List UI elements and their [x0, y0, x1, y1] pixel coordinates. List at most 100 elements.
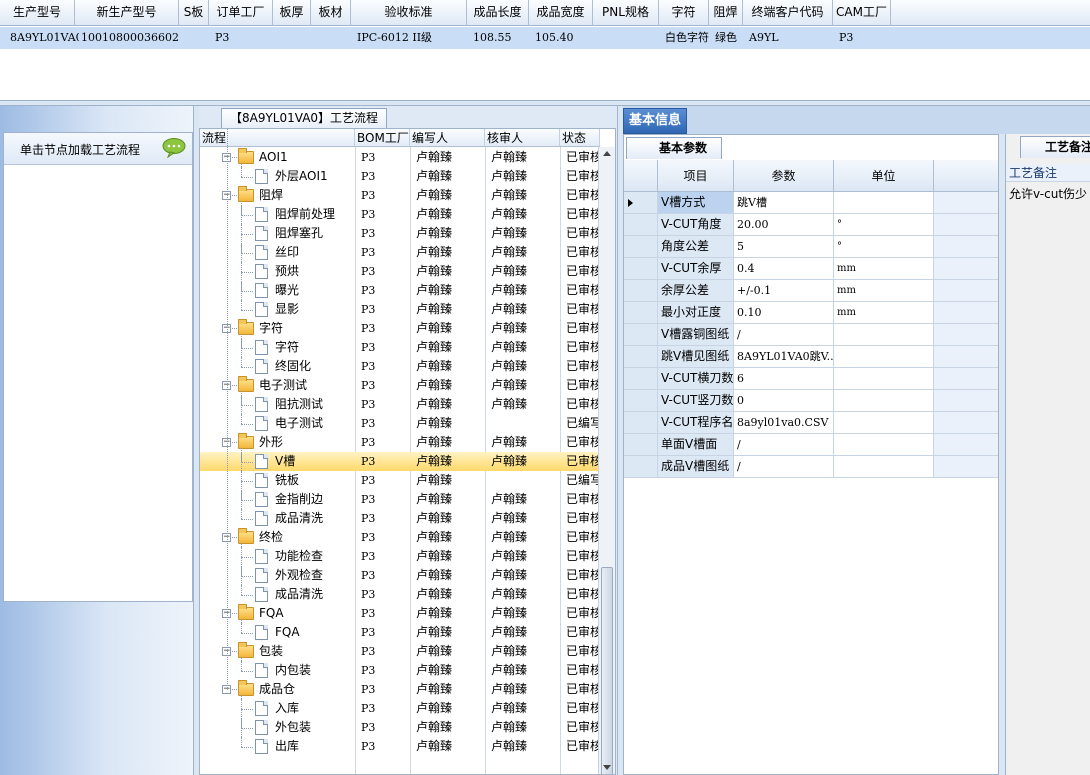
param-unit-cell[interactable] — [834, 192, 934, 214]
order-grid-cell[interactable]: 白色字符 — [663, 27, 709, 49]
tree-group-row[interactable]: − AOI1 P3 卢翰臻 卢翰臻 已审核 — [200, 148, 600, 167]
order-grid-header-cell[interactable]: 成品长度 — [467, 0, 529, 26]
param-row[interactable]: 成品V槽图纸 / — [624, 456, 1000, 478]
col-header-unit[interactable]: 单位 — [834, 160, 934, 192]
tree-step-row[interactable]: 阻焊塞孔 P3 卢翰臻 卢翰臻 已审核 — [200, 224, 600, 243]
col-header-writer[interactable]: 编写人 — [410, 129, 485, 147]
tree-step-row[interactable]: 丝印 P3 卢翰臻 卢翰臻 已审核 — [200, 243, 600, 262]
tree-node-label[interactable]: 成品清洗 — [275, 585, 323, 604]
col-header-param[interactable]: 参数 — [734, 160, 834, 192]
speech-bubble-icon[interactable] — [162, 138, 186, 158]
tree-node-label[interactable]: 字符 — [275, 338, 299, 357]
tree-group-row[interactable]: − 电子测试 P3 卢翰臻 卢翰臻 已审核 — [200, 376, 600, 395]
row-indicator[interactable] — [624, 258, 658, 280]
param-unit-cell[interactable] — [834, 412, 934, 434]
param-value-cell[interactable]: 6 — [734, 368, 834, 390]
tree-step-row[interactable]: 字符 P3 卢翰臻 卢翰臻 已审核 — [200, 338, 600, 357]
tree-step-row[interactable]: 功能检查 P3 卢翰臻 卢翰臻 已审核 — [200, 547, 600, 566]
tree-step-row[interactable]: 外层AOI1 P3 卢翰臻 卢翰臻 已审核 — [200, 167, 600, 186]
row-indicator[interactable] — [624, 346, 658, 368]
tree-node-label[interactable]: 铣板 — [275, 471, 299, 490]
tree-node-label[interactable]: 显影 — [275, 300, 299, 319]
order-grid-cell[interactable]: 105.40 — [533, 27, 593, 49]
order-grid-row[interactable]: 8A9YL01VA0 10010800036602 P3 IPC-6012 II级 10… — [0, 27, 1090, 49]
order-grid-header-cell[interactable]: PNL规格 — [593, 0, 659, 26]
order-grid-cell[interactable]: A9YL — [747, 27, 833, 49]
vertical-splitter-right[interactable] — [998, 134, 1005, 775]
param-row[interactable]: V-CUT程序名 8a9yl01va0.CSV — [624, 412, 1000, 434]
order-grid-cell[interactable] — [183, 27, 209, 49]
order-grid-header-cell[interactable]: 成品宽度 — [529, 0, 593, 26]
order-grid-header-cell[interactable]: S板 — [179, 0, 209, 26]
tab-basic-params[interactable]: 基本参数 — [626, 137, 722, 159]
tree-node-label[interactable]: 成品清洗 — [275, 509, 323, 528]
tree-node-label[interactable]: 预烘 — [275, 262, 299, 281]
tree-node-label[interactable]: 外层AOI1 — [275, 167, 328, 186]
order-grid-cell[interactable] — [315, 27, 351, 49]
tree-step-row[interactable]: 成品清洗 P3 卢翰臻 卢翰臻 已审核 — [200, 585, 600, 604]
param-row[interactable]: 角度公差 5 ° — [624, 236, 1000, 258]
order-grid-cell[interactable]: 10010800036602 — [79, 27, 179, 49]
param-unit-cell[interactable]: ° — [834, 236, 934, 258]
param-value-cell[interactable]: 8A9YL01VA0跳V... — [734, 346, 834, 368]
order-grid-header-cell[interactable]: 板厚 — [273, 0, 311, 26]
tree-group-row[interactable]: − FQA P3 卢翰臻 卢翰臻 已审核 — [200, 604, 600, 623]
param-row[interactable]: 余厚公差 +/-0.1 mm — [624, 280, 1000, 302]
row-indicator[interactable] — [624, 192, 658, 214]
tree-node-label[interactable]: 终检 — [259, 528, 283, 547]
tree-node-label[interactable]: 外包装 — [275, 718, 311, 737]
tree-node-label[interactable]: 字符 — [259, 319, 283, 338]
tree-step-row[interactable]: 入库 P3 卢翰臻 卢翰臻 已审核 — [200, 699, 600, 718]
tree-step-row[interactable]: 曝光 P3 卢翰臻 卢翰臻 已审核 — [200, 281, 600, 300]
param-row[interactable]: V-CUT角度 20.00 ° — [624, 214, 1000, 236]
param-row[interactable]: V-CUT余厚 0.4 mm — [624, 258, 1000, 280]
param-unit-cell[interactable]: mm — [834, 280, 934, 302]
scroll-down-icon[interactable] — [603, 765, 611, 770]
row-indicator[interactable] — [624, 236, 658, 258]
order-grid-header-cell[interactable]: 终端客户代码 — [743, 0, 833, 26]
scroll-thumb[interactable] — [601, 567, 613, 774]
col-header-flow[interactable]: 流程 — [200, 129, 355, 147]
param-row[interactable]: V-CUT竖刀数 0 — [624, 390, 1000, 412]
param-value-cell[interactable]: / — [734, 324, 834, 346]
tree-node-label[interactable]: 电子测试 — [275, 414, 323, 433]
order-grid-header-cell[interactable]: 订单工厂 — [209, 0, 273, 26]
tree-step-row[interactable]: 内包装 P3 卢翰臻 卢翰臻 已审核 — [200, 661, 600, 680]
order-grid-cell[interactable]: 108.55 — [471, 27, 529, 49]
param-row[interactable]: 跳V槽见图纸 8A9YL01VA0跳V... — [624, 346, 1000, 368]
order-grid-cell[interactable]: 绿色 — [713, 27, 743, 49]
row-indicator[interactable] — [624, 412, 658, 434]
param-value-cell[interactable]: / — [734, 456, 834, 478]
order-grid-cell[interactable]: P3 — [837, 27, 891, 49]
param-row[interactable]: V槽方式 跳V槽 — [624, 192, 1000, 214]
param-row[interactable]: V-CUT横刀数 6 — [624, 368, 1000, 390]
col-header-status[interactable]: 状态 — [560, 129, 600, 147]
tree-node-label[interactable]: 功能检查 — [275, 547, 323, 566]
tree-step-row[interactable]: 显影 P3 卢翰臻 卢翰臻 已审核 — [200, 300, 600, 319]
param-unit-cell[interactable] — [834, 434, 934, 456]
param-value-cell[interactable]: 5 — [734, 236, 834, 258]
tree-step-row[interactable]: 成品清洗 P3 卢翰臻 卢翰臻 已审核 — [200, 509, 600, 528]
tree-node-label[interactable]: 阻焊塞孔 — [275, 224, 323, 243]
param-unit-cell[interactable]: mm — [834, 302, 934, 324]
param-row[interactable]: 单面V槽面 / — [624, 434, 1000, 456]
tab-basic-info[interactable]: 基本信息 — [623, 108, 688, 134]
tree-node-label[interactable]: 成品仓 — [259, 680, 295, 699]
tree-node-label[interactable]: 外形 — [259, 433, 283, 452]
row-indicator[interactable] — [624, 434, 658, 456]
param-row[interactable]: V槽露铜图纸 / — [624, 324, 1000, 346]
col-header-reviewer[interactable]: 核审人 — [485, 129, 560, 147]
order-grid-header-cell[interactable]: 字符 — [659, 0, 709, 26]
order-grid-header-cell[interactable]: 阻焊 — [709, 0, 743, 26]
tree-node-label[interactable]: 入库 — [275, 699, 299, 718]
row-indicator[interactable] — [624, 214, 658, 236]
order-grid-header-cell[interactable]: 新生产型号 — [75, 0, 179, 26]
order-grid-cell[interactable] — [277, 27, 311, 49]
tree-node-label[interactable]: 阻抗测试 — [275, 395, 323, 414]
row-indicator[interactable] — [624, 324, 658, 346]
order-grid-cell[interactable]: P3 — [213, 27, 273, 49]
tree-node-label[interactable]: 曝光 — [275, 281, 299, 300]
tree-step-row[interactable]: 电子测试 P3 卢翰臻 已编写 — [200, 414, 600, 433]
tree-node-label[interactable]: 内包装 — [275, 661, 311, 680]
order-grid-header-cell[interactable]: 验收标准 — [351, 0, 467, 26]
